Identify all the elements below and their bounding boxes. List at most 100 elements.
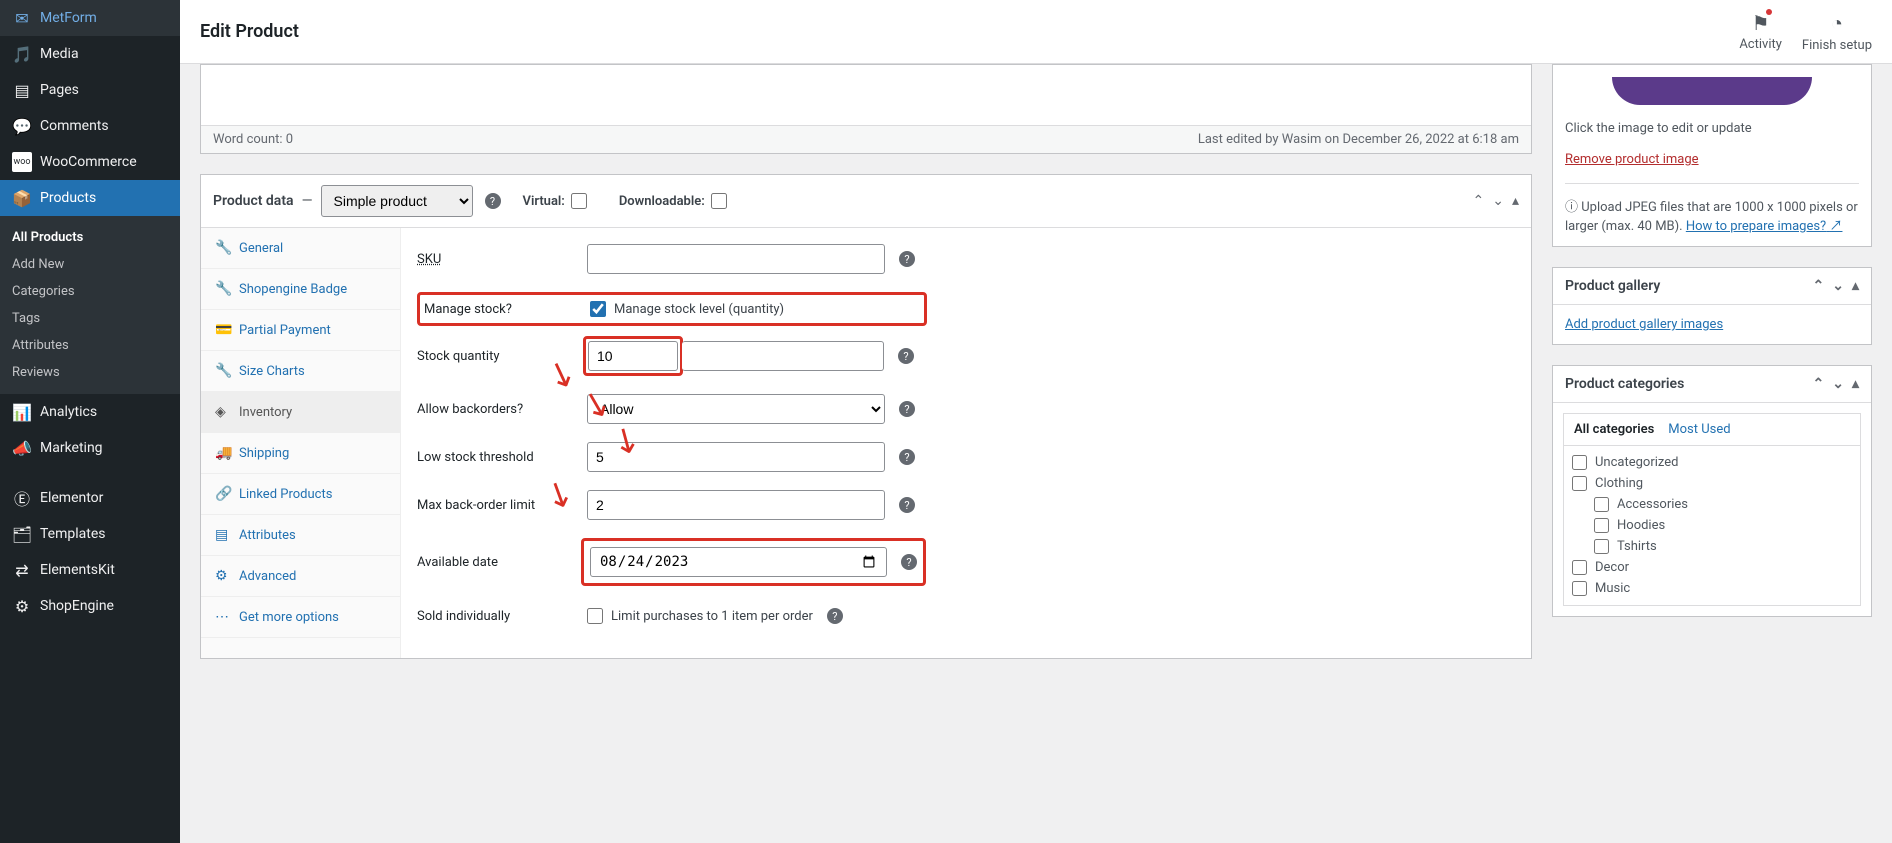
manage-stock-label: Manage stock? xyxy=(420,302,590,317)
max-backorder-input[interactable] xyxy=(587,490,885,520)
marketing-icon: 📣 xyxy=(12,438,32,458)
elementskit-icon: ⇄ xyxy=(12,560,32,580)
category-checkbox[interactable] xyxy=(1594,518,1609,533)
description-editor[interactable]: Word count: 0 Last edited by Wasim on De… xyxy=(200,64,1532,154)
tab-linked-products[interactable]: 🔗Linked Products xyxy=(201,474,400,515)
help-icon[interactable]: ? xyxy=(827,608,843,624)
category-item[interactable]: Clothing xyxy=(1572,473,1852,494)
category-item[interactable]: Hoodies xyxy=(1572,515,1852,536)
tab-get-more-options[interactable]: ⋯Get more options xyxy=(201,597,400,638)
sidebar-item-comments[interactable]: 💬Comments xyxy=(0,108,180,144)
help-icon[interactable]: ? xyxy=(898,348,914,364)
chevron-down-icon[interactable]: ⌄ xyxy=(1832,278,1844,294)
product-gallery-box: Product gallery ⌃ ⌄ ▴ Add product galler… xyxy=(1552,267,1872,345)
product-image-thumb[interactable] xyxy=(1565,77,1859,105)
category-checkbox[interactable] xyxy=(1572,581,1587,596)
category-list[interactable]: Uncategorized Clothing Accessories Hoodi… xyxy=(1564,446,1860,605)
category-item[interactable]: Music xyxy=(1572,578,1852,599)
category-item[interactable]: Uncategorized xyxy=(1572,452,1852,473)
tab-advanced[interactable]: ⚙Advanced xyxy=(201,556,400,597)
submenu-tags[interactable]: Tags xyxy=(0,305,180,332)
submenu-all-products[interactable]: All Products xyxy=(0,224,180,251)
finish-setup-button[interactable]: ◔ Finish setup xyxy=(1802,11,1872,53)
sold-individually-label: Sold individually xyxy=(417,609,587,624)
help-icon[interactable]: ? xyxy=(899,497,915,513)
help-icon[interactable]: ? xyxy=(901,554,917,570)
sku-label: SKU xyxy=(417,252,587,267)
help-icon[interactable]: ? xyxy=(899,449,915,465)
category-item[interactable]: Accessories xyxy=(1572,494,1852,515)
category-checkbox[interactable] xyxy=(1572,476,1587,491)
remove-product-image-link[interactable]: Remove product image xyxy=(1565,152,1699,167)
sidebar-item-elementor[interactable]: ⒺElementor xyxy=(0,480,180,516)
sidebar-item-shopengine[interactable]: ⚙ShopEngine xyxy=(0,588,180,624)
category-checkbox[interactable] xyxy=(1594,497,1609,512)
tab-shipping[interactable]: 🚚Shipping xyxy=(201,433,400,474)
allow-backorders-select[interactable]: Allow xyxy=(587,394,885,424)
shopengine-icon: ⚙ xyxy=(12,596,32,616)
sidebar-item-marketing[interactable]: 📣Marketing xyxy=(0,430,180,466)
sold-individually-checkbox[interactable] xyxy=(587,608,603,624)
virtual-checkbox[interactable] xyxy=(571,193,587,209)
category-checkbox[interactable] xyxy=(1572,455,1587,470)
downloadable-checkbox-label[interactable]: Downloadable: xyxy=(619,193,727,209)
tab-general[interactable]: 🔧General xyxy=(201,228,400,269)
toggle-icon[interactable]: ▴ xyxy=(1852,278,1859,294)
tab-size-charts[interactable]: 🔧Size Charts xyxy=(201,351,400,392)
info-icon: ⓘ xyxy=(1565,200,1578,215)
submenu-categories[interactable]: Categories xyxy=(0,278,180,305)
toggle-panel-icon[interactable]: ▴ xyxy=(1512,193,1519,209)
toggle-icon[interactable]: ▴ xyxy=(1852,376,1859,392)
tab-inventory[interactable]: ◈Inventory xyxy=(201,392,400,433)
tab-attributes[interactable]: ▤Attributes xyxy=(201,515,400,556)
category-checkbox[interactable] xyxy=(1594,539,1609,554)
tab-shopengine-badge[interactable]: 🔧Shopengine Badge xyxy=(201,269,400,310)
manage-stock-checkbox[interactable] xyxy=(590,301,606,317)
progress-icon: ◔ xyxy=(1831,11,1843,36)
category-item[interactable]: Tshirts xyxy=(1572,536,1852,557)
submenu-reviews[interactable]: Reviews xyxy=(0,359,180,386)
sidebar-item-products[interactable]: 📦Products xyxy=(0,180,180,216)
stock-quantity-extend[interactable] xyxy=(682,341,884,371)
help-icon[interactable]: ? xyxy=(899,251,915,267)
sidebar-item-analytics[interactable]: 📊Analytics xyxy=(0,394,180,430)
truck-icon: 🚚 xyxy=(215,445,231,461)
cat-tab-most-used[interactable]: Most Used xyxy=(1668,422,1730,437)
category-checkbox[interactable] xyxy=(1572,560,1587,575)
cat-tab-all[interactable]: All categories xyxy=(1574,422,1654,437)
list-icon: ▤ xyxy=(215,527,231,543)
virtual-checkbox-label[interactable]: Virtual: xyxy=(523,193,587,209)
low-stock-threshold-input[interactable] xyxy=(587,442,885,472)
move-down-icon[interactable]: ⌄ xyxy=(1492,193,1504,209)
category-item[interactable]: Decor xyxy=(1572,557,1852,578)
sku-input[interactable] xyxy=(587,244,885,274)
products-submenu: All Products Add New Categories Tags Att… xyxy=(0,216,180,394)
product-data-panel: Product data — Simple product ? Virtual:… xyxy=(200,174,1532,659)
elementor-icon: Ⓔ xyxy=(12,488,32,508)
move-up-icon[interactable]: ⌃ xyxy=(1473,193,1485,209)
sidebar-item-pages[interactable]: ▤Pages xyxy=(0,72,180,108)
chevron-down-icon[interactable]: ⌄ xyxy=(1832,376,1844,392)
help-icon[interactable]: ? xyxy=(899,401,915,417)
tab-partial-payment[interactable]: 💳Partial Payment xyxy=(201,310,400,351)
chevron-up-icon[interactable]: ⌃ xyxy=(1813,278,1825,294)
sidebar-item-elementskit[interactable]: ⇄ElementsKit xyxy=(0,552,180,588)
product-image-box: Click the image to edit or update Remove… xyxy=(1552,64,1872,247)
submenu-attributes[interactable]: Attributes xyxy=(0,332,180,359)
chevron-up-icon[interactable]: ⌃ xyxy=(1813,376,1825,392)
sidebar-item-metform[interactable]: ✉MetForm xyxy=(0,0,180,36)
help-icon[interactable]: ? xyxy=(485,193,501,209)
sidebar-item-templates[interactable]: 🗂Templates xyxy=(0,516,180,552)
submenu-add-new[interactable]: Add New xyxy=(0,251,180,278)
downloadable-checkbox[interactable] xyxy=(711,193,727,209)
sidebar-item-woocommerce[interactable]: wooWooCommerce xyxy=(0,144,180,180)
stock-quantity-input[interactable] xyxy=(588,341,678,371)
product-type-select[interactable]: Simple product xyxy=(321,185,473,217)
activity-button[interactable]: ⚑ Activity xyxy=(1739,11,1782,53)
available-date-input[interactable] xyxy=(590,547,887,577)
topbar: Edit Product ⚑ Activity ◔ Finish setup xyxy=(180,0,1892,64)
add-gallery-images-link[interactable]: Add product gallery images xyxy=(1565,317,1723,332)
how-to-prepare-link[interactable]: How to prepare images? ↗ xyxy=(1686,219,1843,234)
word-count: Word count: 0 xyxy=(213,132,293,147)
sidebar-item-media[interactable]: 🎵Media xyxy=(0,36,180,72)
